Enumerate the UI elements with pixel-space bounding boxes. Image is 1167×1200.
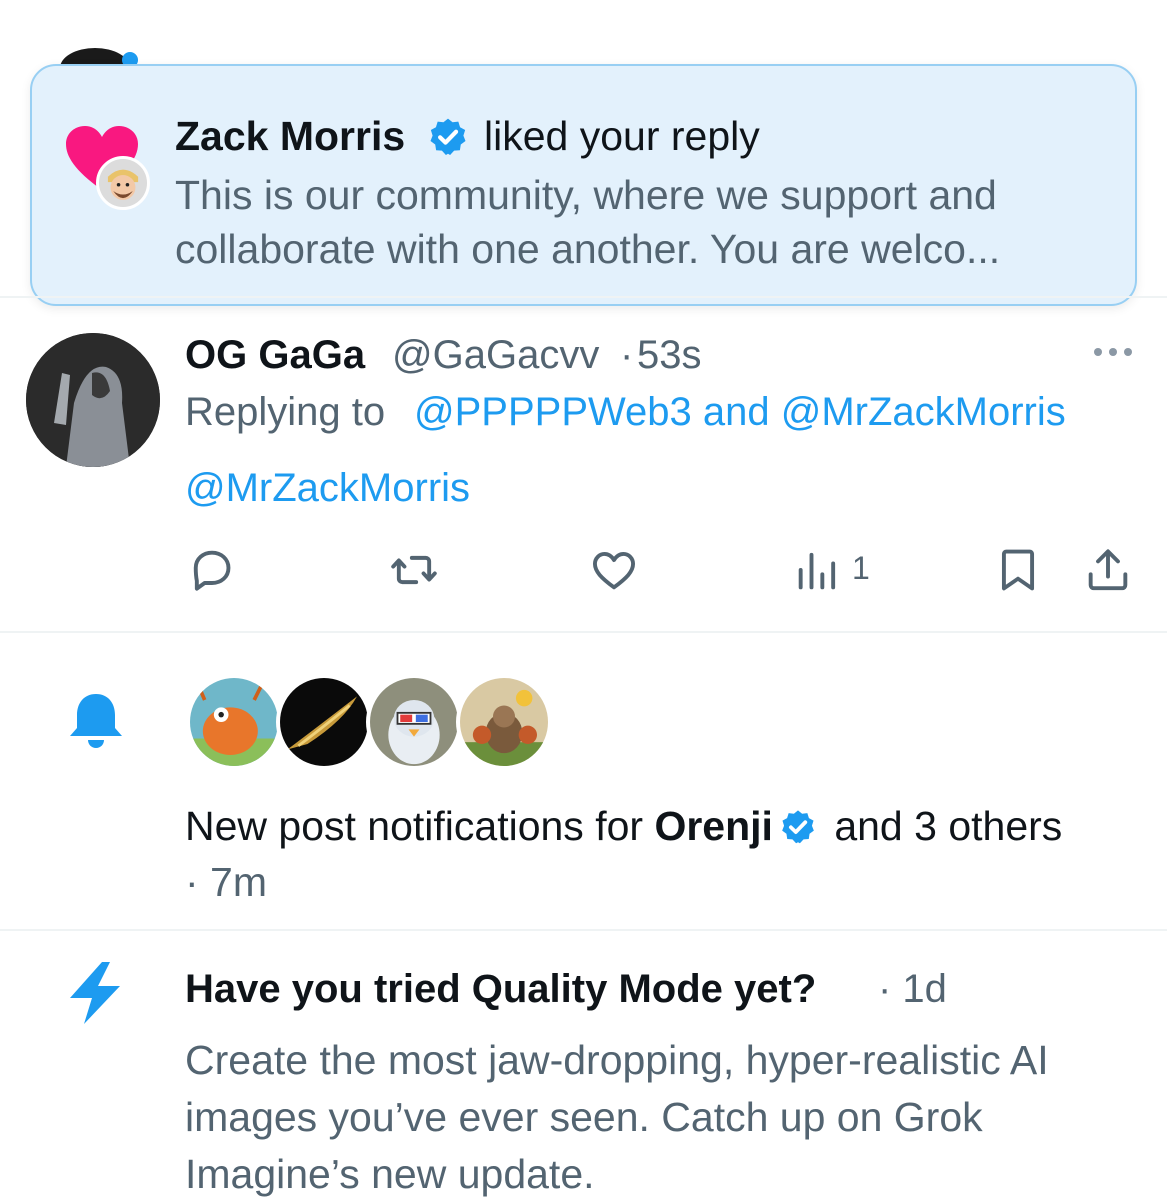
promo-title[interactable]: Have you tried Quality Mode yet?	[185, 967, 816, 1012]
promo-time: · 1d	[878, 967, 947, 1011]
share-icon[interactable]	[1082, 544, 1134, 596]
og-gaga-avatar[interactable]	[26, 333, 160, 467]
penguin-avatar[interactable]	[366, 674, 462, 770]
toast-action-text: liked your reply	[484, 113, 760, 159]
like-icon[interactable]	[588, 544, 640, 596]
toast-reply-preview: This is our community, where we support …	[175, 172, 1001, 272]
divider	[0, 631, 1167, 633]
repost-icon[interactable]	[388, 544, 440, 596]
bookmark-icon[interactable]	[992, 544, 1044, 596]
more-options-icon[interactable]	[1090, 342, 1136, 362]
replying-to-label: Replying to	[185, 390, 386, 434]
tweet-mention[interactable]: @MrZackMorris	[185, 466, 470, 511]
tweet-display-name[interactable]: OG GaGa	[185, 333, 365, 378]
new-post-notification-text[interactable]: New post notifications for Orenji and 3 …	[185, 798, 1085, 910]
notification-time: · 7m	[185, 859, 267, 905]
separator-dot: ·	[620, 333, 634, 377]
tweet-timestamp[interactable]: 53s	[637, 333, 702, 378]
toast-user-name[interactable]: Zack Morris	[175, 113, 405, 160]
verified-badge-icon	[779, 804, 817, 844]
verified-badge-icon	[427, 116, 469, 158]
views-count: 1	[852, 550, 870, 586]
divider	[0, 929, 1167, 931]
notification-suffix: and 3 others	[822, 803, 1063, 849]
views-icon[interactable]	[792, 544, 844, 596]
lightning-bolt-icon	[62, 960, 128, 1026]
notification-account[interactable]: Orenji	[654, 803, 772, 849]
reply-icon[interactable]	[186, 544, 238, 596]
divider	[0, 296, 1167, 298]
promo-body: Create the most jaw-dropping, hyper-real…	[185, 1037, 1049, 1197]
bell-icon	[64, 688, 128, 752]
zack-morris-avatar[interactable]	[96, 156, 150, 210]
orenji-avatar[interactable]	[186, 674, 282, 770]
notification-prefix: New post notifications for	[185, 803, 655, 849]
tweet-handle[interactable]: @GaGacvv	[392, 333, 599, 378]
gold-avatar[interactable]	[276, 674, 372, 770]
replying-to-users[interactable]: @PPPPPWeb3 and @MrZackMorris	[414, 390, 1066, 435]
monkey-avatar[interactable]	[456, 674, 552, 770]
